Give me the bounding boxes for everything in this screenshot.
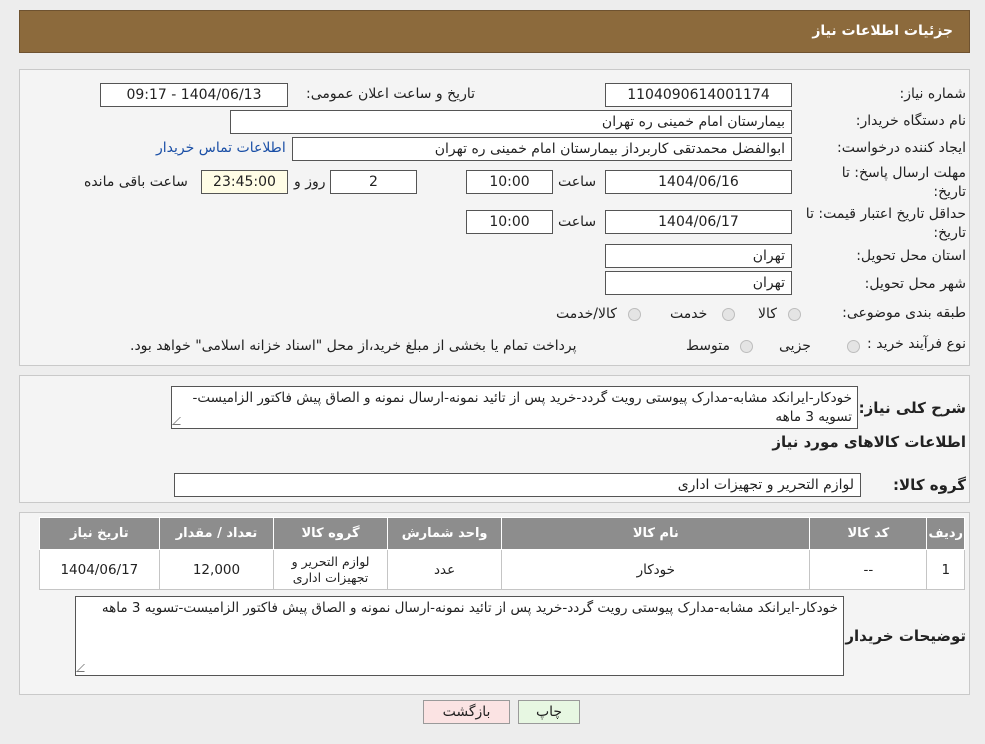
days-label: روز و [294, 174, 326, 190]
days-field: 2 [330, 170, 417, 194]
price-date-field: 1404/06/17 [605, 210, 792, 234]
reply-deadline-label-2: تاریخ: [933, 184, 966, 200]
buyer-notes-label: توضیحات خریدار: [839, 627, 966, 645]
price-validity-label-2: تاریخ: [933, 225, 966, 241]
category-option-goods-service: کالا/خدمت [556, 306, 617, 322]
cell-name: خودکار [501, 549, 811, 590]
goods-group-field: لوازم التحریر و تجهیزات اداری [174, 473, 861, 497]
table-row: 1 -- خودکار عدد لوازم التحریر و تجهیزات … [39, 549, 965, 590]
col-name: نام کالا [501, 517, 811, 550]
process-radio-medium[interactable] [740, 340, 753, 353]
cell-quantity: 12,000 [158, 549, 275, 590]
province-label: استان محل تحویل: [856, 248, 966, 264]
process-note: پرداخت تمام یا بخشی از مبلغ خرید،از محل … [130, 338, 577, 354]
col-code: کد کالا [809, 517, 928, 550]
remaining-time-label: ساعت باقی مانده [84, 174, 188, 190]
col-date: تاریخ نیاز [39, 517, 160, 550]
buyer-contact-link[interactable]: اطلاعات تماس خریدار [156, 140, 286, 156]
process-label: نوع فرآیند خرید : [867, 336, 966, 352]
price-time-field: 10:00 [466, 210, 553, 234]
page-header: جزئیات اطلاعات نیاز [19, 10, 970, 53]
province-field: تهران [605, 244, 792, 268]
buyer-org-field: بیمارستان امام خمینی ره تهران [230, 110, 792, 134]
col-group: گروه کالا [273, 517, 388, 550]
col-row: ردیف [926, 517, 965, 550]
category-radio-goods[interactable] [788, 308, 801, 321]
price-validity-label: حداقل تاریخ اعتبار قیمت: تا [805, 206, 966, 222]
price-time-label: ساعت [558, 214, 597, 230]
buyer-org-label: نام دستگاه خریدار: [855, 113, 966, 129]
cell-date: 1404/06/17 [39, 549, 160, 590]
process-radio-minor[interactable] [847, 340, 860, 353]
creator-field: ابوالفضل محمدتقی کاربرداز بیمارستان امام… [292, 137, 792, 161]
description-field[interactable]: خودکار-ایرانکد مشابه-مدارک پیوستی رویت گ… [171, 386, 858, 429]
goods-group-label: گروه کالا: [893, 476, 966, 494]
category-option-service: خدمت [670, 306, 708, 322]
reply-time-field: 10:00 [466, 170, 553, 194]
process-option-medium: متوسط [686, 338, 730, 354]
cell-row: 1 [926, 549, 965, 590]
col-quantity: تعداد / مقدار [158, 517, 275, 550]
page-title: جزئیات اطلاعات نیاز [812, 23, 953, 39]
category-radio-goods-service[interactable] [628, 308, 641, 321]
category-radio-service[interactable] [722, 308, 735, 321]
cell-unit: عدد [386, 549, 503, 590]
need-number-label: شماره نیاز: [899, 86, 967, 102]
creator-label: ایجاد کننده درخواست: [837, 140, 966, 156]
reply-time-label: ساعت [558, 174, 597, 190]
announce-field: 1404/06/13 - 09:17 [100, 83, 288, 107]
goods-section-title: اطلاعات کالاهای مورد نیاز [772, 433, 966, 451]
announce-label: تاریخ و ساعت اعلان عمومی: [306, 86, 475, 102]
cell-code: -- [809, 549, 928, 590]
city-label: شهر محل تحویل: [864, 276, 966, 292]
table-header-row: ردیف کد کالا نام کالا واحد شمارش گروه کا… [39, 517, 965, 550]
print-button[interactable]: چاپ [518, 700, 580, 724]
reply-date-field: 1404/06/16 [605, 170, 792, 194]
items-table: ردیف کد کالا نام کالا واحد شمارش گروه کا… [39, 517, 965, 590]
description-label: شرح کلی نیاز: [858, 399, 966, 417]
col-unit: واحد شمارش [386, 517, 503, 550]
need-number-field: 1104090614001174 [605, 83, 792, 107]
back-button[interactable]: بازگشت [423, 700, 510, 724]
city-field: تهران [605, 271, 792, 295]
cell-group: لوازم التحریر و تجهیزات اداری [273, 549, 388, 590]
category-label: طبقه بندی موضوعی: [842, 305, 966, 321]
buyer-notes-field[interactable]: خودکار-ایرانکد مشابه-مدارک پیوستی رویت گ… [75, 596, 844, 676]
process-option-minor: جزیی [779, 338, 811, 354]
remaining-time-field: 23:45:00 [201, 170, 288, 194]
category-option-goods: کالا [758, 306, 777, 322]
reply-deadline-label: مهلت ارسال پاسخ: تا [841, 165, 966, 181]
